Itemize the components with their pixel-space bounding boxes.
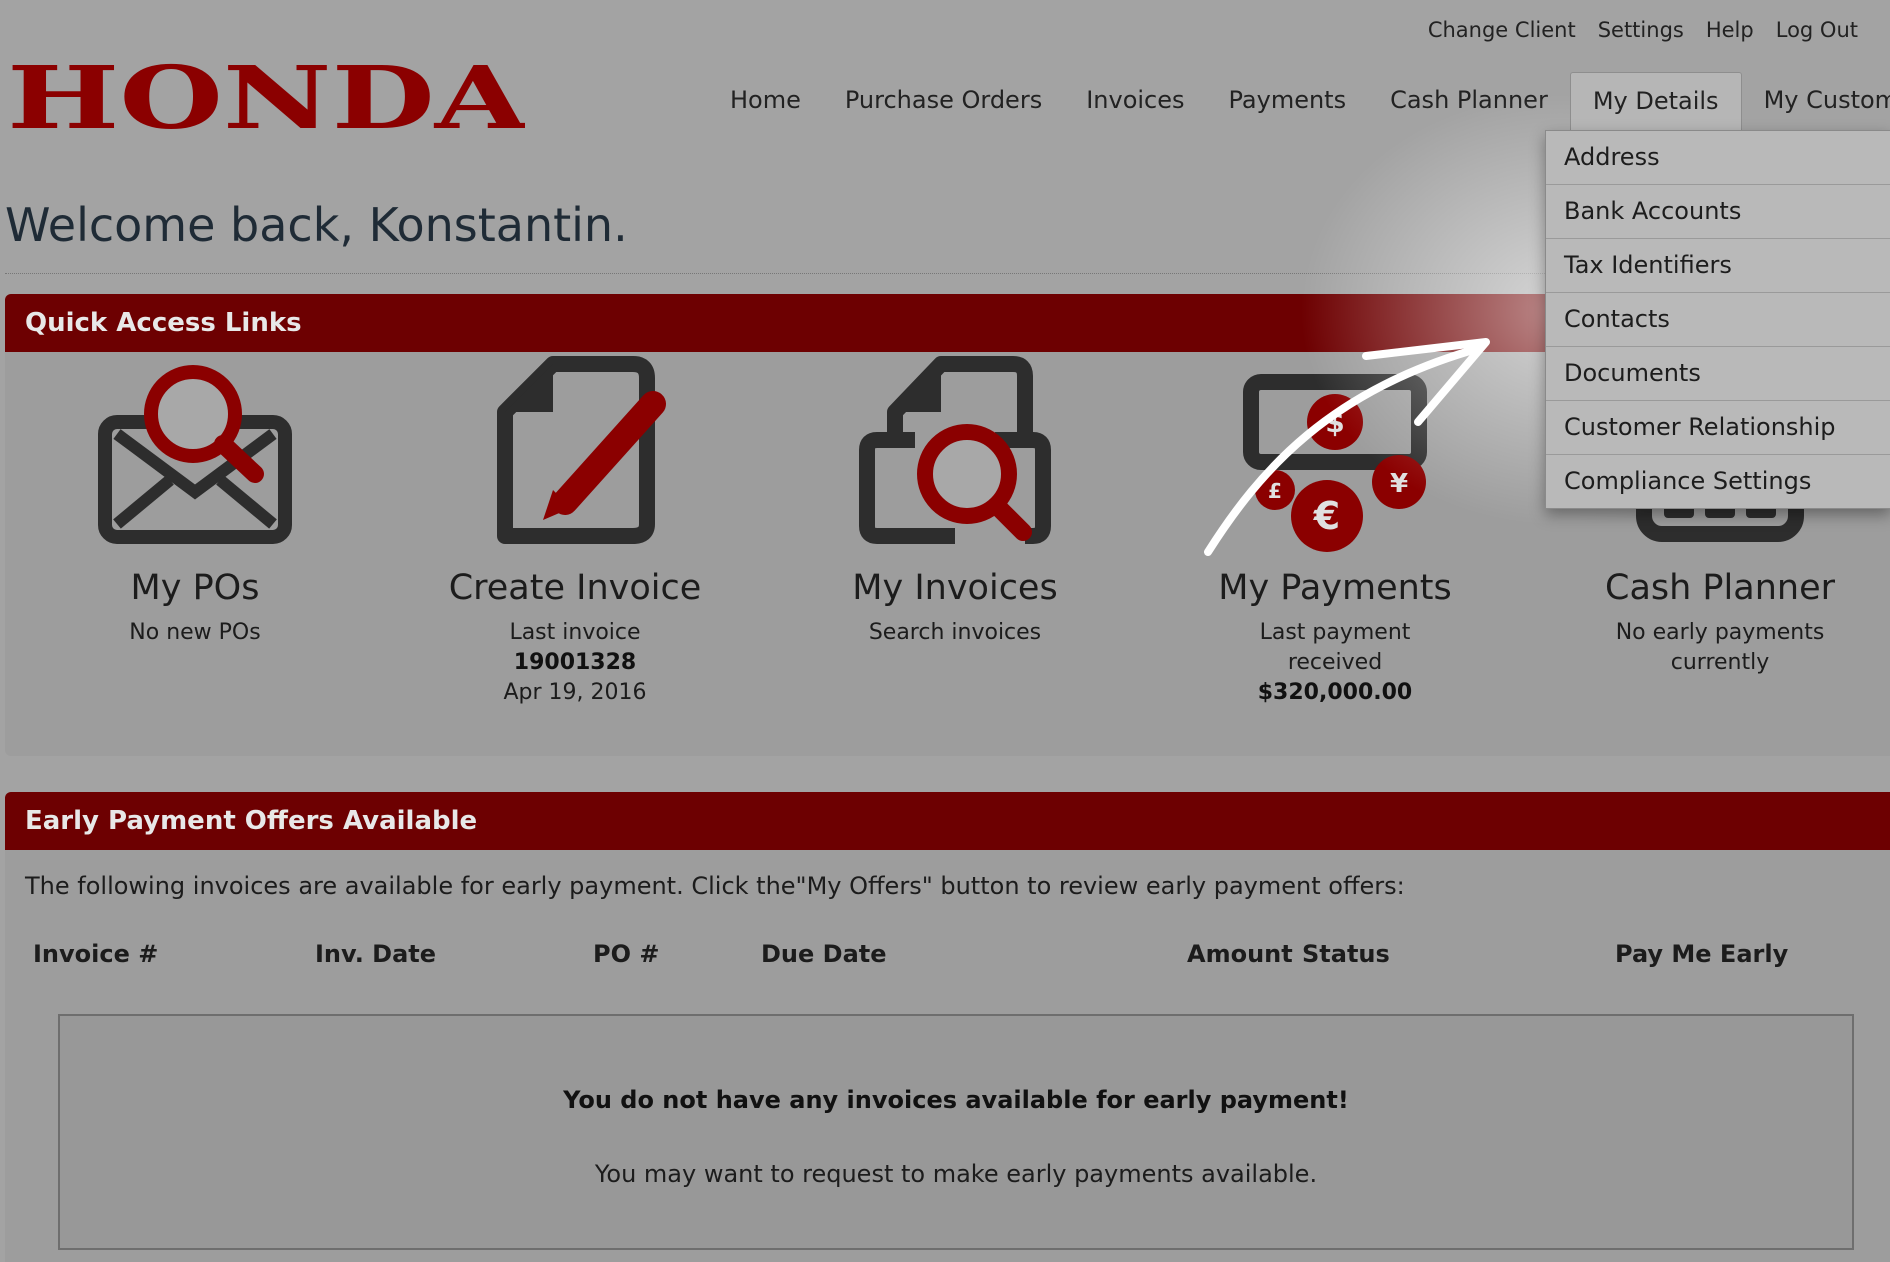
empty-state-box: You do not have any invoices available f… (58, 1014, 1854, 1250)
logo-text: HONDA (7, 55, 525, 135)
document-pencil-icon (497, 356, 666, 544)
nav-home[interactable]: Home (708, 72, 823, 131)
col-pay-me-early[interactable]: Pay Me Early (1615, 940, 1788, 968)
welcome-divider (5, 273, 1545, 274)
tile-cash-planner-sub1: No early payments (1615, 620, 1825, 645)
svg-text:€: € (1313, 494, 1340, 538)
nav-cash-planner[interactable]: Cash Planner (1368, 72, 1570, 131)
tile-my-payments[interactable]: $ £ € ¥ My Payments Last payment receive… (1145, 352, 1525, 708)
settings-link[interactable]: Settings (1598, 18, 1684, 42)
svg-text:¥: ¥ (1390, 469, 1408, 499)
nav-my-details[interactable]: My Details (1569, 72, 1742, 131)
early-payment-table-header: Invoice # Inv. Date PO # Due Date Amount… (5, 940, 1890, 980)
empty-state-subtitle: You may want to request to make early pa… (594, 1160, 1318, 1188)
tile-my-payments-sub1: Last payment (1259, 620, 1411, 645)
dropdown-item-customer-relationship[interactable]: Customer Relationship (1546, 401, 1890, 455)
tile-my-payments-sub2: received (1287, 650, 1383, 675)
tile-create-invoice-sub: Last invoice (509, 620, 641, 645)
dropdown-item-contacts[interactable]: Contacts (1546, 293, 1890, 347)
dropdown-item-documents[interactable]: Documents (1546, 347, 1890, 401)
tile-my-invoices[interactable]: My Invoices Search invoices (765, 352, 1145, 648)
tile-my-invoices-sub: Search invoices (868, 620, 1042, 645)
empty-state-title: You do not have any invoices available f… (563, 1086, 1349, 1114)
last-payment-amount: $320,000.00 (1257, 680, 1413, 705)
last-invoice-number: 19001328 (513, 650, 637, 675)
tile-create-invoice[interactable]: Create Invoice Last invoice 19001328 Apr… (385, 352, 765, 708)
welcome-heading: Welcome back, Konstantin. (5, 198, 628, 252)
tile-my-pos-title: My POs (130, 568, 260, 608)
col-inv-date[interactable]: Inv. Date (315, 940, 436, 968)
col-due-date[interactable]: Due Date (761, 940, 887, 968)
honda-logo: HONDA (7, 55, 525, 135)
main-nav: Home Purchase Orders Invoices Payments C… (708, 72, 1890, 131)
help-link[interactable]: Help (1706, 18, 1754, 42)
dropdown-item-tax-identifiers[interactable]: Tax Identifiers (1546, 239, 1890, 293)
change-client-link[interactable]: Change Client (1428, 18, 1576, 42)
tile-my-pos[interactable]: My POs No new POs (5, 352, 385, 648)
tile-my-pos-sub: No new POs (129, 620, 261, 645)
tile-cash-planner-sub2: currently (1670, 650, 1770, 675)
nav-purchase-orders[interactable]: Purchase Orders (823, 72, 1064, 131)
page: Change Client Settings Help Log Out HOND… (0, 0, 1890, 1262)
tile-my-invoices-title: My Invoices (852, 568, 1058, 608)
svg-text:$: $ (1325, 406, 1344, 439)
tile-cash-planner-title: Cash Planner (1605, 568, 1835, 608)
my-details-dropdown: Address Bank Accounts Tax Identifiers Co… (1545, 130, 1890, 509)
nav-payments[interactable]: Payments (1207, 72, 1369, 131)
early-payment-intro: The following invoices are available for… (25, 872, 1405, 900)
tile-my-payments-title: My Payments (1218, 568, 1452, 608)
utility-nav: Change Client Settings Help Log Out (1428, 18, 1858, 42)
document-search-icon (859, 356, 1051, 544)
col-po-number[interactable]: PO # (593, 940, 659, 968)
dropdown-item-bank-accounts[interactable]: Bank Accounts (1546, 185, 1890, 239)
early-payment-panel: Early Payment Offers Available The follo… (5, 792, 1890, 1262)
envelope-search-icon (98, 365, 292, 544)
dropdown-item-compliance-settings[interactable]: Compliance Settings (1546, 455, 1890, 508)
money-currency-icon: $ £ € ¥ (1243, 374, 1427, 552)
svg-text:£: £ (1268, 479, 1282, 503)
nav-invoices[interactable]: Invoices (1064, 72, 1206, 131)
early-payment-header: Early Payment Offers Available (5, 792, 1890, 850)
log-out-link[interactable]: Log Out (1776, 18, 1858, 42)
nav-my-customer[interactable]: My Customer (1742, 72, 1890, 131)
col-invoice-number[interactable]: Invoice # (33, 940, 158, 968)
col-amount[interactable]: Amount (1187, 940, 1293, 968)
last-invoice-date: Apr 19, 2016 (503, 680, 647, 705)
col-status[interactable]: Status (1302, 940, 1390, 968)
tile-create-invoice-title: Create Invoice (448, 568, 702, 608)
dropdown-item-address[interactable]: Address (1546, 131, 1890, 185)
